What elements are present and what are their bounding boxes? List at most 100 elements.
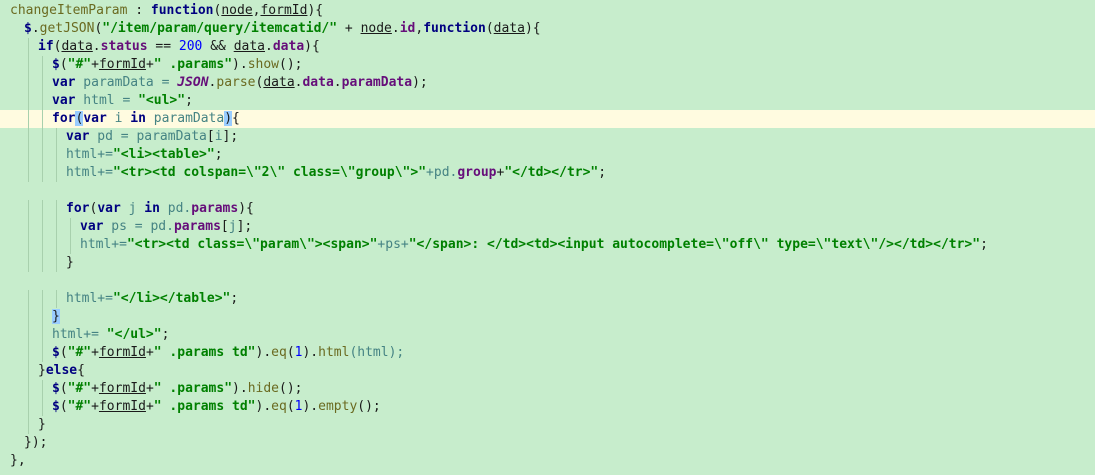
code-line[interactable]: html+="<li><table>";	[0, 146, 1095, 164]
code-token: (	[59, 345, 68, 360]
code-token: i	[214, 129, 223, 144]
code-line[interactable]: }	[0, 254, 1095, 272]
code-line[interactable]: html+= "</ul>";	[0, 326, 1095, 344]
code-token: " .params"	[153, 381, 233, 396]
code-token: var	[97, 201, 121, 216]
code-line[interactable]: var html = "<ul>";	[0, 92, 1095, 110]
code-token: html+=	[66, 147, 113, 162]
code-token: ];	[222, 129, 239, 144]
indent-guide	[56, 254, 57, 272]
code-line[interactable]: },	[0, 452, 1095, 470]
indent-guide	[42, 200, 43, 218]
code-token: .	[31, 21, 40, 36]
code-line[interactable]: if(data.status == 200 && data.data){	[0, 38, 1095, 56]
indent-guide	[28, 74, 29, 92]
code-token: );	[412, 75, 428, 90]
code-token: ;	[185, 93, 193, 108]
code-token: var	[80, 219, 104, 234]
code-token: $	[52, 345, 60, 360]
code-line[interactable]: }	[0, 416, 1095, 434]
code-token: "#"	[67, 57, 92, 72]
code-line[interactable]: var paramData = JSON.parse(data.data.par…	[0, 74, 1095, 92]
code-line[interactable]: $.getJSON("/item/param/query/itemcatid/"…	[0, 20, 1095, 38]
code-text: html+="<tr><td class=\"param\"><span>"+p…	[80, 236, 988, 254]
code-line[interactable]: for(var i in paramData){	[0, 110, 1095, 128]
code-token: show	[247, 57, 280, 72]
code-line[interactable]	[0, 272, 1095, 290]
code-line[interactable]: html+="<tr><td colspan=\"2\" class=\"gro…	[0, 164, 1095, 182]
code-line[interactable]: changeItemParam : function(node,formId){	[0, 2, 1095, 20]
indent-guide	[42, 110, 43, 128]
code-token: function	[423, 21, 486, 36]
code-token: (html);	[349, 345, 405, 360]
code-text: html+="<tr><td colspan=\"2\" class=\"gro…	[66, 164, 606, 182]
indent-guide	[28, 236, 29, 254]
code-token: (	[286, 345, 295, 360]
code-token: "#"	[67, 345, 92, 360]
code-token: parse	[216, 75, 256, 90]
code-text: }else{	[38, 362, 85, 380]
code-token: for	[66, 201, 90, 216]
code-token: +	[145, 381, 154, 396]
code-line[interactable]: }	[0, 308, 1095, 326]
code-token: html+=	[66, 291, 113, 306]
code-token: eq	[271, 345, 287, 360]
code-token: 200	[178, 39, 203, 54]
code-line[interactable]: html+="</li></table>";	[0, 290, 1095, 308]
code-text: $("#"+formId+" .params td").eq(1).empty(…	[52, 398, 381, 416]
code-token: ps = pd.	[103, 219, 174, 234]
indent-guide	[42, 326, 43, 344]
code-token: formId	[98, 345, 146, 360]
code-editor[interactable]: changeItemParam : function(node,formId){…	[0, 0, 1095, 475]
code-token: +	[337, 21, 361, 36]
code-token: .	[391, 21, 400, 36]
code-token: ).	[255, 399, 272, 414]
code-token: }	[38, 363, 46, 378]
code-line[interactable]: var pd = paramData[i];	[0, 128, 1095, 146]
code-text: $("#"+formId+" .params").hide();	[52, 380, 303, 398]
code-line[interactable]: $("#"+formId+" .params td").eq(1).empty(…	[0, 398, 1095, 416]
code-line[interactable]: for(var j in pd.params){	[0, 200, 1095, 218]
code-token: :	[127, 3, 151, 18]
indent-guide	[56, 218, 57, 236]
indent-guide	[42, 56, 43, 74]
code-token: "</ul>"	[106, 327, 162, 342]
code-line[interactable]: var ps = pd.params[j];	[0, 218, 1095, 236]
code-token: status	[100, 39, 148, 54]
code-line[interactable]: });	[0, 434, 1095, 452]
indent-guide	[28, 218, 29, 236]
code-token: (	[59, 399, 68, 414]
code-token: var	[52, 93, 76, 108]
code-token: params	[173, 219, 221, 234]
code-token: " .params td"	[153, 345, 256, 360]
code-line[interactable]	[0, 182, 1095, 200]
code-text: changeItemParam : function(node,formId){	[10, 2, 323, 20]
code-token: data	[493, 21, 525, 36]
code-token: formId	[260, 3, 308, 18]
code-line[interactable]: $("#"+formId+" .params").hide();	[0, 380, 1095, 398]
code-token: html =	[75, 93, 139, 108]
code-token: [	[206, 129, 215, 144]
code-line[interactable]: $("#"+formId+" .params td").eq(1).html(h…	[0, 344, 1095, 362]
code-text: var paramData = JSON.parse(data.data.par…	[52, 74, 428, 92]
code-token: $	[52, 381, 60, 396]
code-text: $("#"+formId+" .params td").eq(1).html(h…	[52, 344, 404, 362]
code-token: "</li></table>"	[112, 291, 231, 306]
code-token: )	[224, 111, 233, 126]
code-token: else	[45, 363, 78, 378]
code-token: ();	[279, 381, 303, 396]
code-line[interactable]: $("#"+formId+" .params").show();	[0, 56, 1095, 74]
code-token: formId	[98, 381, 146, 396]
code-line[interactable]: }else{	[0, 362, 1095, 380]
indent-guide	[56, 290, 57, 308]
code-text: var pd = paramData[i];	[66, 128, 238, 146]
code-token: ;	[161, 327, 170, 342]
code-token: "<tr><td class=\"param\"><span>"	[126, 237, 378, 252]
code-line[interactable]: html+="<tr><td class=\"param\"><span>"+p…	[0, 236, 1095, 254]
code-token: node	[221, 3, 253, 18]
code-token: var	[52, 75, 76, 90]
code-text: for(var j in pd.params){	[66, 200, 254, 218]
code-token: }	[66, 255, 74, 270]
code-token: ();	[279, 57, 303, 72]
code-text: }	[52, 308, 60, 326]
